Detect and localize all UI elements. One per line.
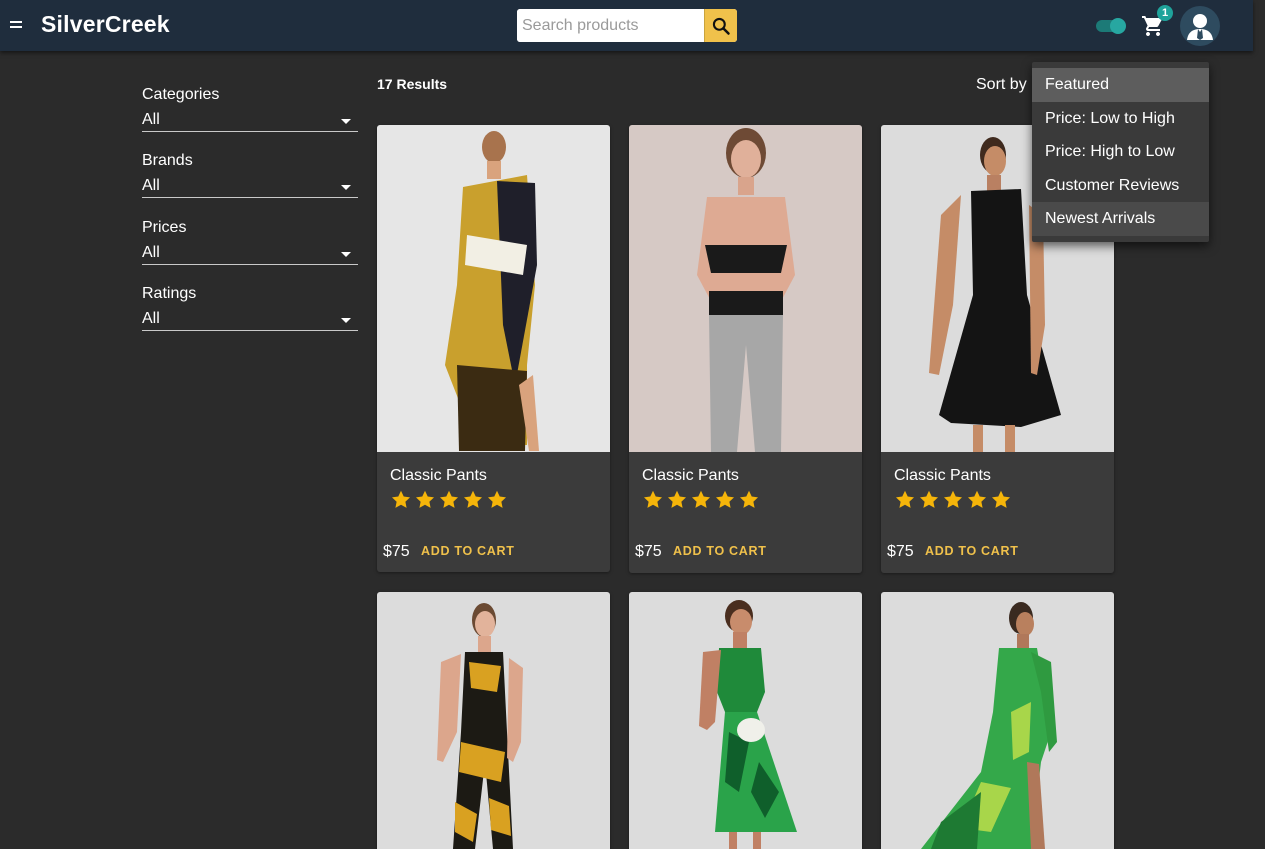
rating-stars <box>642 489 760 510</box>
product-image[interactable] <box>881 592 1114 849</box>
star-icon <box>991 490 1011 508</box>
results-count: 17 Results <box>377 76 448 92</box>
product-image[interactable] <box>377 592 610 849</box>
ratings-select[interactable]: All <box>142 310 358 331</box>
filter-categories: Categories All <box>142 86 358 132</box>
product-card[interactable] <box>377 592 610 849</box>
product-price: $75 <box>383 543 410 560</box>
star-icon <box>919 490 939 508</box>
theme-toggle[interactable] <box>1096 18 1126 34</box>
star-icon <box>643 490 663 508</box>
brands-select[interactable]: All <box>142 177 358 198</box>
product-price: $75 <box>635 543 662 560</box>
add-to-cart-button[interactable]: ADD TO CART <box>925 544 1019 558</box>
star-icon <box>667 490 687 508</box>
rating-stars <box>894 489 1012 510</box>
menu-icon[interactable] <box>10 16 23 34</box>
star-icon <box>415 490 435 508</box>
product-image[interactable] <box>377 125 610 452</box>
caret-down-icon <box>341 185 351 190</box>
product-name[interactable]: Classic Pants <box>642 467 739 485</box>
star-icon <box>391 490 411 508</box>
filter-brands: Brands All <box>142 152 358 198</box>
sort-option-customer-reviews[interactable]: Customer Reviews <box>1032 169 1209 203</box>
search-icon <box>712 17 730 35</box>
star-icon <box>715 490 735 508</box>
star-icon <box>463 490 483 508</box>
star-icon <box>895 490 915 508</box>
caret-down-icon <box>341 318 351 323</box>
top-app-bar: SilverCreek 1 <box>0 0 1253 51</box>
select-value: All <box>142 111 160 128</box>
cart-count-badge: 1 <box>1157 5 1173 21</box>
star-icon <box>943 490 963 508</box>
add-to-cart-button[interactable]: ADD TO CART <box>673 544 767 558</box>
product-image[interactable] <box>629 125 862 452</box>
user-avatar[interactable] <box>1180 6 1220 46</box>
sort-dropdown-menu: Featured Price: Low to High Price: High … <box>1032 62 1209 242</box>
star-icon <box>487 490 507 508</box>
brand-logo[interactable]: SilverCreek <box>41 11 170 38</box>
product-card[interactable] <box>881 592 1114 849</box>
categories-select[interactable]: All <box>142 111 358 132</box>
filter-prices: Prices All <box>142 219 358 265</box>
filter-label: Ratings <box>142 285 197 302</box>
search-button[interactable] <box>704 9 737 42</box>
add-to-cart-button[interactable]: ADD TO CART <box>421 544 515 558</box>
caret-down-icon <box>341 252 351 257</box>
user-icon <box>1187 14 1213 40</box>
filter-ratings: Ratings All <box>142 285 358 331</box>
product-price: $75 <box>887 543 914 560</box>
sort-option-price-high-low[interactable]: Price: High to Low <box>1032 135 1209 169</box>
product-card[interactable] <box>629 592 862 849</box>
select-value: All <box>142 310 160 327</box>
product-name[interactable]: Classic Pants <box>390 467 487 485</box>
search-input[interactable] <box>517 9 703 42</box>
select-value: All <box>142 177 160 194</box>
sort-option-price-low-high[interactable]: Price: Low to High <box>1032 102 1209 136</box>
select-value: All <box>142 244 160 261</box>
rating-stars <box>390 489 508 510</box>
sort-label: Sort by <box>976 76 1027 93</box>
product-name[interactable]: Classic Pants <box>894 467 991 485</box>
toggle-knob <box>1110 18 1126 34</box>
search-bar <box>517 9 737 42</box>
sort-option-newest-arrivals[interactable]: Newest Arrivals <box>1032 202 1209 236</box>
star-icon <box>439 490 459 508</box>
filter-label: Categories <box>142 86 220 103</box>
star-icon <box>739 490 759 508</box>
prices-select[interactable]: All <box>142 244 358 265</box>
star-icon <box>967 490 987 508</box>
product-image[interactable] <box>629 592 862 849</box>
filter-label: Brands <box>142 152 193 169</box>
product-card[interactable]: Classic Pants $75 ADD TO CART <box>629 125 862 573</box>
filter-label: Prices <box>142 219 187 236</box>
caret-down-icon <box>341 119 351 124</box>
product-card[interactable]: Classic Pants $75 ADD TO CART <box>377 125 610 572</box>
sort-option-featured[interactable]: Featured <box>1032 68 1209 102</box>
star-icon <box>691 490 711 508</box>
